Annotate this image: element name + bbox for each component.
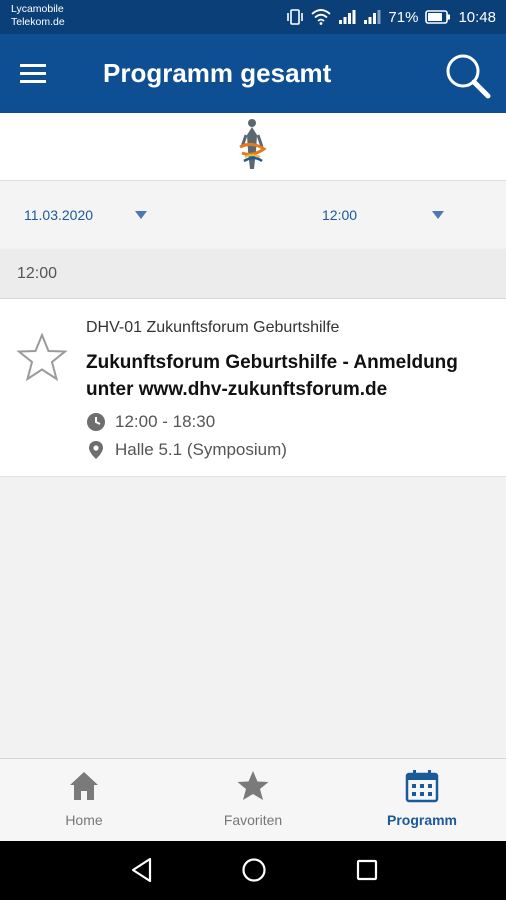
clock-icon xyxy=(87,413,105,431)
signal-icon xyxy=(339,10,356,24)
battery-icon xyxy=(425,10,451,24)
page-title: Programm gesamt xyxy=(103,58,332,88)
app-bar: Programm gesamt xyxy=(0,34,506,113)
nav-home-label: Home xyxy=(65,812,103,828)
chevron-down-icon xyxy=(135,211,147,219)
wifi-icon xyxy=(311,9,332,25)
carrier-network: Telekom.de xyxy=(11,16,65,28)
session-location-row: Halle 5.1 (Symposium) xyxy=(86,440,287,460)
search-icon xyxy=(446,54,491,99)
location-pin-icon xyxy=(89,441,103,459)
nav-programm[interactable]: Programm xyxy=(338,759,506,842)
nav-favoriten[interactable]: Favoriten xyxy=(169,759,337,842)
filter-bar: 11.03.2020 12:00 xyxy=(0,181,506,248)
menu-button[interactable] xyxy=(20,59,60,89)
date-value: 11.03.2020 xyxy=(24,207,94,223)
recent-apps-icon[interactable] xyxy=(355,857,379,883)
section-time: 12:00 xyxy=(17,265,58,282)
session-card[interactable]: DHV-01 Zukunftsforum Geburtshilfe Zukunf… xyxy=(0,299,506,477)
time-value: 12:00 xyxy=(322,207,358,223)
status-bar: Lycamobile Telekom.de 71% 10:48 xyxy=(0,0,506,34)
hamburger-menu-icon xyxy=(20,64,46,83)
session-time-row: 12:00 - 18:30 xyxy=(86,412,215,432)
favorite-button[interactable] xyxy=(16,332,68,388)
system-navigation-bar xyxy=(0,841,506,900)
star-icon xyxy=(237,771,269,800)
clock: 10:48 xyxy=(458,8,496,26)
logo-band xyxy=(0,113,506,181)
event-logo xyxy=(239,119,267,169)
star-outline-icon xyxy=(16,332,68,382)
session-location: Halle 5.1 (Symposium) xyxy=(115,440,287,459)
nav-favoriten-label: Favoriten xyxy=(223,812,283,828)
chevron-down-icon xyxy=(432,211,444,219)
search-button[interactable] xyxy=(443,51,491,99)
calendar-icon xyxy=(405,770,439,803)
home-icon xyxy=(70,772,98,800)
battery-percent: 71% xyxy=(388,8,419,26)
nav-home[interactable]: Home xyxy=(0,759,168,842)
carrier-name: Lycamobile xyxy=(11,3,64,15)
session-code: DHV-01 Zukunftsforum Geburtshilfe xyxy=(86,319,340,336)
session-title: Zukunftsforum Geburtshilfe - Anmeldung u… xyxy=(86,352,458,400)
vibrate-icon xyxy=(287,9,304,25)
bottom-navigation: Home Favoriten Programm xyxy=(0,758,506,842)
home-circle-icon[interactable] xyxy=(241,857,267,883)
time-section-header: 12:00 xyxy=(0,249,506,299)
carrier-info: Lycamobile Telekom.de xyxy=(11,3,65,29)
session-time-range: 12:00 - 18:30 xyxy=(115,412,216,431)
status-icons: 71% 10:48 xyxy=(286,0,496,34)
back-icon[interactable] xyxy=(130,857,154,883)
signal-icon-2 xyxy=(364,10,381,24)
nav-programm-label: Programm xyxy=(386,812,458,828)
